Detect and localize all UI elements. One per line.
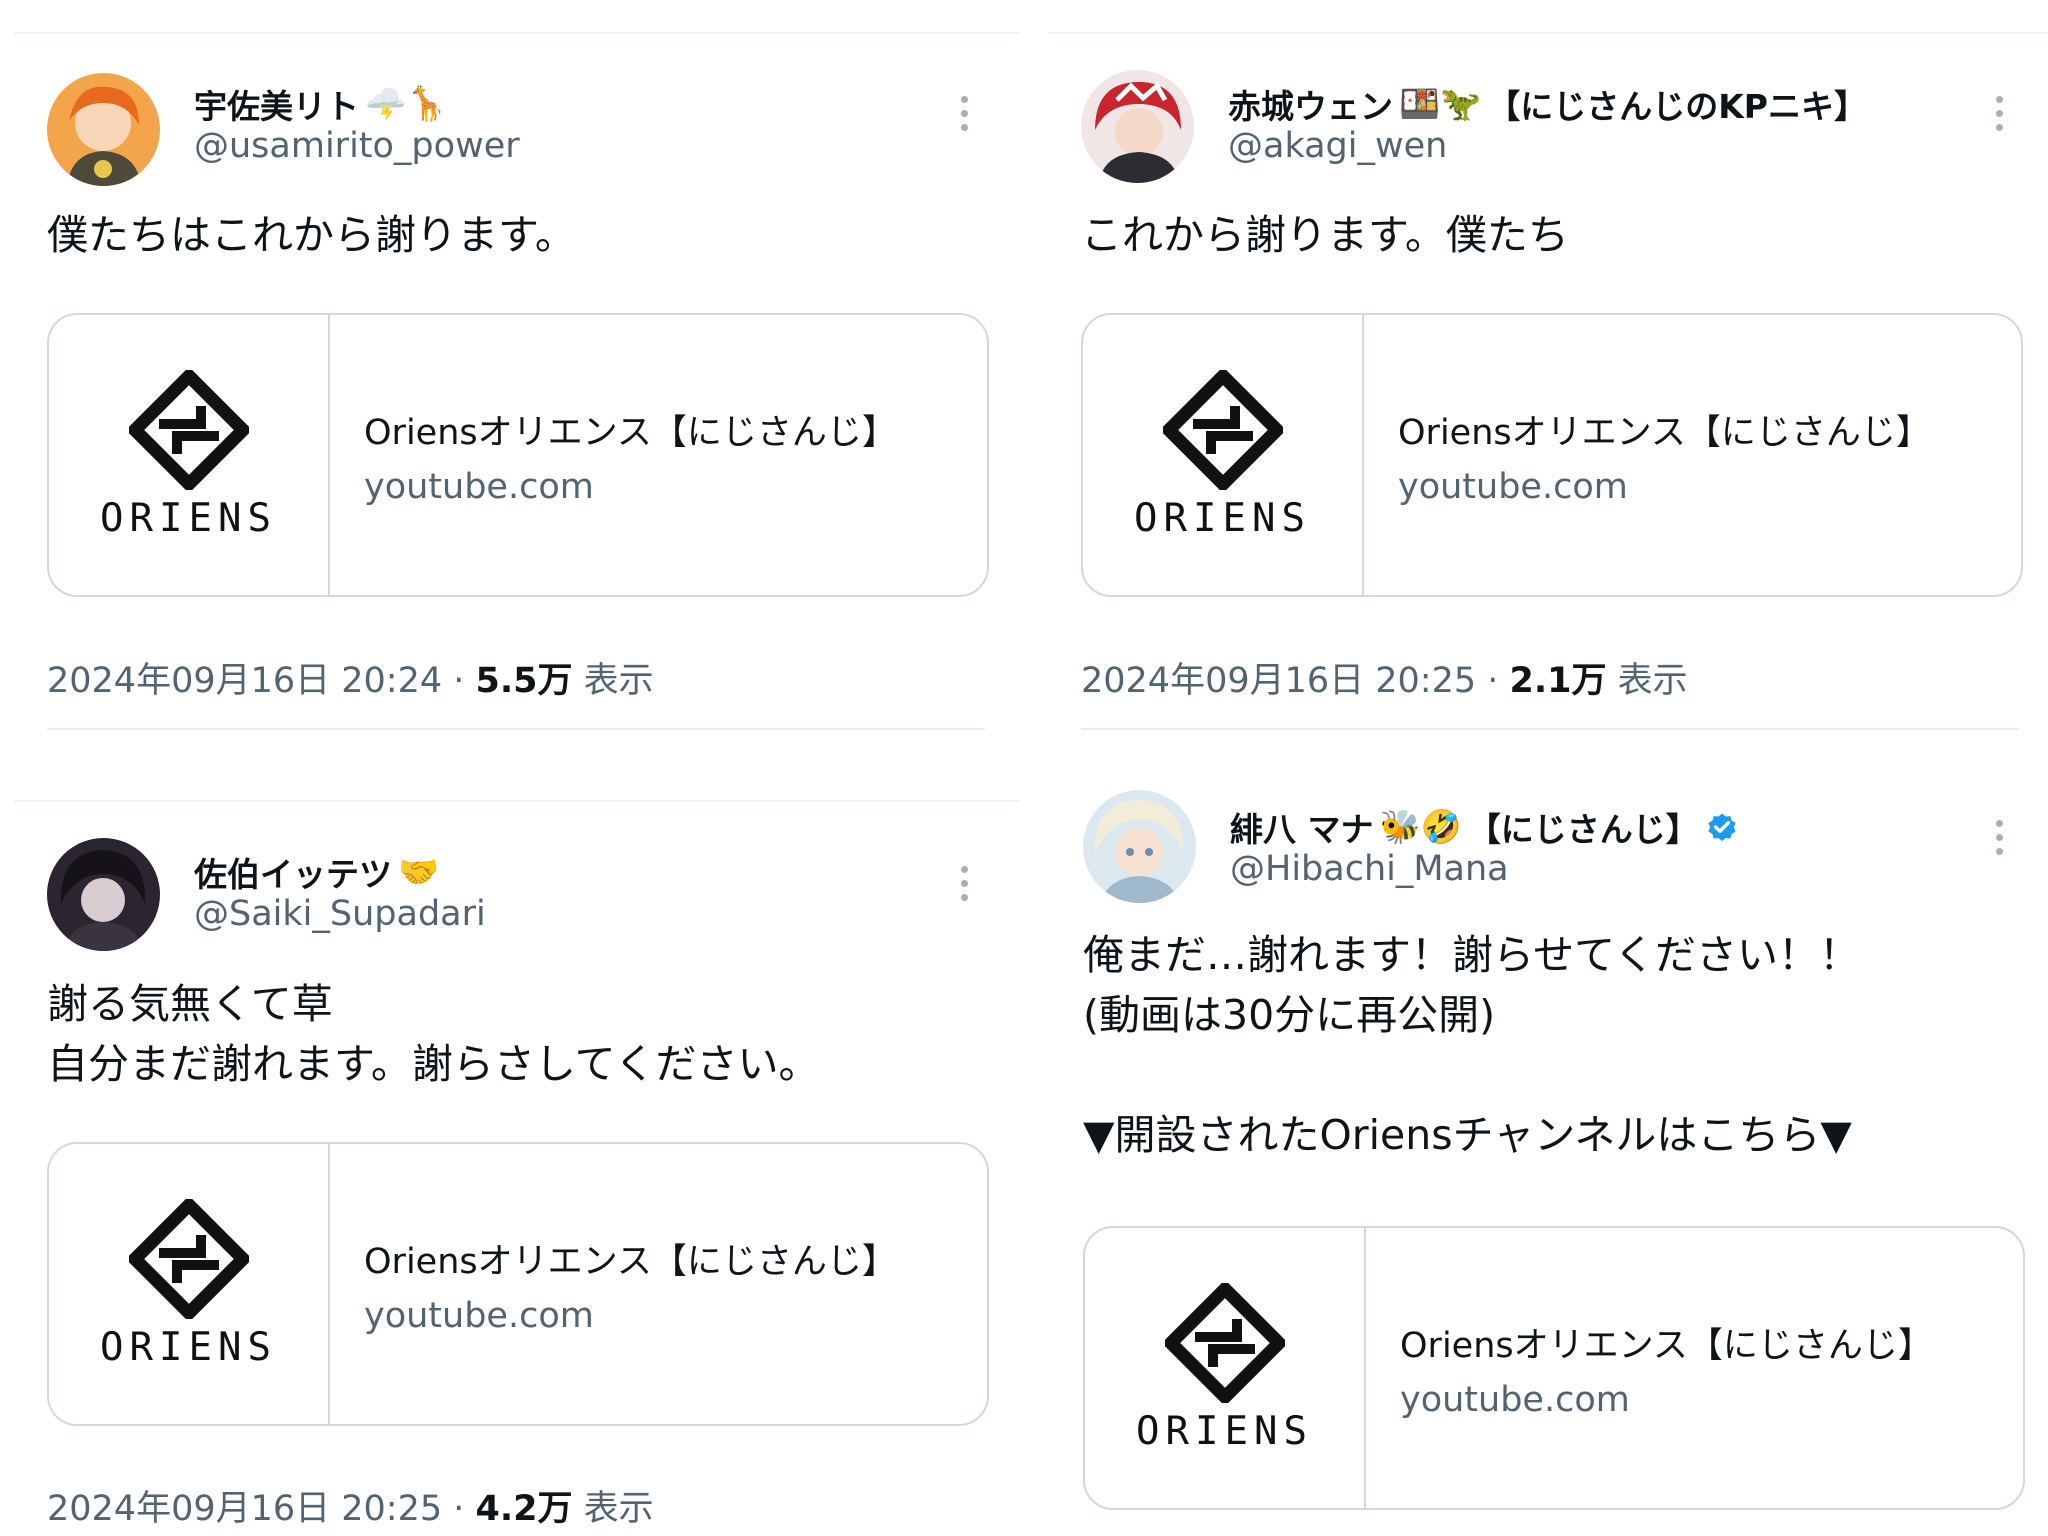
display-name: 佐伯イッテツ [194, 855, 392, 894]
card-thumbnail: ORIENS [1085, 1228, 1366, 1508]
view-label: 表示 [572, 661, 654, 701]
link-card[interactable]: ORIENS Oriensオリエンス【にじさんじ】 youtube.com [1083, 1226, 2025, 1510]
link-card[interactable]: ORIENS Oriensオリエンス【にじさんじ】 youtube.com [1081, 313, 2023, 597]
more-options-icon[interactable] [1993, 96, 2005, 131]
oriens-logo-icon [129, 370, 249, 490]
tweet-text: 謝る気無くて草 自分まだ謝れます。謝らさしてください。 [47, 980, 820, 1088]
card-title: Oriensオリエンス【にじさんじ】 [364, 412, 897, 453]
card-title: Oriensオリエンス【にじさんじ】 [364, 1241, 897, 1282]
oriens-logo-icon [1163, 370, 1283, 490]
display-name-row[interactable]: 佐伯イッテツ 🤝 [194, 848, 439, 896]
avatar-image [47, 838, 160, 951]
display-name-row[interactable]: 宇佐美リト 🌩️🦒 [194, 80, 447, 128]
tweet-text: これから謝ります。僕たち [1081, 211, 1569, 259]
card-logo-text: ORIENS [1134, 495, 1311, 541]
name-tag: 【にじさんじのKPニキ】 [1487, 87, 1867, 126]
card-domain: youtube.com [1400, 1379, 1630, 1420]
tweet-meta: 2024年09月16日 20:24 · 5.5万 表示 [47, 652, 654, 703]
more-options-icon[interactable] [958, 866, 970, 901]
meta-separator: · [442, 661, 476, 701]
meta-separator: · [442, 1489, 476, 1529]
display-name-row[interactable]: 赤城ウェン 🍱🦖 【にじさんじのKPニキ】 [1228, 80, 1867, 128]
avatar[interactable] [1081, 70, 1194, 183]
card-logo-text: ORIENS [100, 495, 277, 541]
link-card[interactable]: ORIENS Oriensオリエンス【にじさんじ】 youtube.com [47, 1142, 989, 1426]
timestamp[interactable]: 2024年09月16日 20:25 [1081, 661, 1476, 701]
tweet-text: 俺まだ…謝れます！謝らせてください！！ (動画は30分に再公開) ▼開設されたO… [1083, 931, 1860, 1159]
meta-separator: · [1476, 661, 1510, 701]
card-domain: youtube.com [364, 466, 594, 507]
display-name: 赤城ウェン [1228, 87, 1393, 126]
tweet-meta: 2024年09月16日 20:25 · 4.2万 表示 [47, 1480, 654, 1531]
card-logo-text: ORIENS [1136, 1408, 1313, 1454]
avatar[interactable] [47, 838, 160, 951]
name-emoji: 🌩️🦒 [365, 84, 448, 123]
avatar-image [47, 73, 160, 186]
card-thumbnail: ORIENS [1083, 315, 1364, 595]
tweet-meta: 2024年09月16日 20:25 · 2.1万 表示 [1081, 652, 1688, 703]
avatar-image [1081, 70, 1194, 183]
name-emoji: 🍱🦖 [1399, 84, 1482, 123]
name-tag: 【にじさんじ】 [1467, 810, 1699, 849]
view-count: 2.1万 [1509, 661, 1607, 701]
verified-badge-icon [1708, 813, 1736, 842]
oriens-logo-icon [129, 1199, 249, 1319]
handle[interactable]: @Hibachi_Mana [1230, 849, 1509, 889]
tweet-separator [1048, 32, 2048, 34]
display-name: 緋八 マナ [1230, 810, 1374, 849]
card-title: Oriensオリエンス【にじさんじ】 [1398, 412, 1931, 453]
view-label: 表示 [1606, 661, 1688, 701]
divider [47, 728, 985, 730]
card-title: Oriensオリエンス【にじさんじ】 [1400, 1325, 1933, 1366]
view-label: 表示 [572, 1489, 654, 1529]
handle[interactable]: @akagi_wen [1228, 126, 1447, 166]
card-domain: youtube.com [1398, 466, 1628, 507]
name-emoji: 🤝 [398, 852, 440, 891]
card-thumbnail: ORIENS [49, 315, 330, 595]
oriens-logo-icon [1165, 1283, 1285, 1403]
more-options-icon[interactable] [958, 96, 970, 131]
divider [1081, 728, 2019, 730]
timestamp[interactable]: 2024年09月16日 20:25 [47, 1489, 442, 1529]
avatar[interactable] [1083, 790, 1196, 903]
handle[interactable]: @Saiki_Supadari [194, 894, 486, 934]
view-count: 4.2万 [475, 1489, 573, 1529]
timestamp[interactable]: 2024年09月16日 20:24 [47, 661, 442, 701]
tweet-separator [14, 800, 1020, 802]
card-thumbnail: ORIENS [49, 1144, 330, 1424]
display-name-row[interactable]: 緋八 マナ 🐝🤣 【にじさんじ】 [1230, 803, 1739, 851]
view-count: 5.5万 [475, 661, 573, 701]
tweet-separator [14, 32, 1020, 34]
link-card[interactable]: ORIENS Oriensオリエンス【にじさんじ】 youtube.com [47, 313, 989, 597]
more-options-icon[interactable] [1993, 820, 2005, 855]
handle[interactable]: @usamirito_power [194, 126, 520, 166]
display-name: 宇佐美リト [194, 87, 359, 126]
card-domain: youtube.com [364, 1295, 594, 1336]
avatar-image [1083, 790, 1196, 903]
tweet-text: 僕たちはこれから謝ります。 [47, 211, 576, 259]
avatar[interactable] [47, 73, 160, 186]
card-logo-text: ORIENS [100, 1324, 277, 1370]
name-emoji: 🐝🤣 [1379, 807, 1462, 846]
